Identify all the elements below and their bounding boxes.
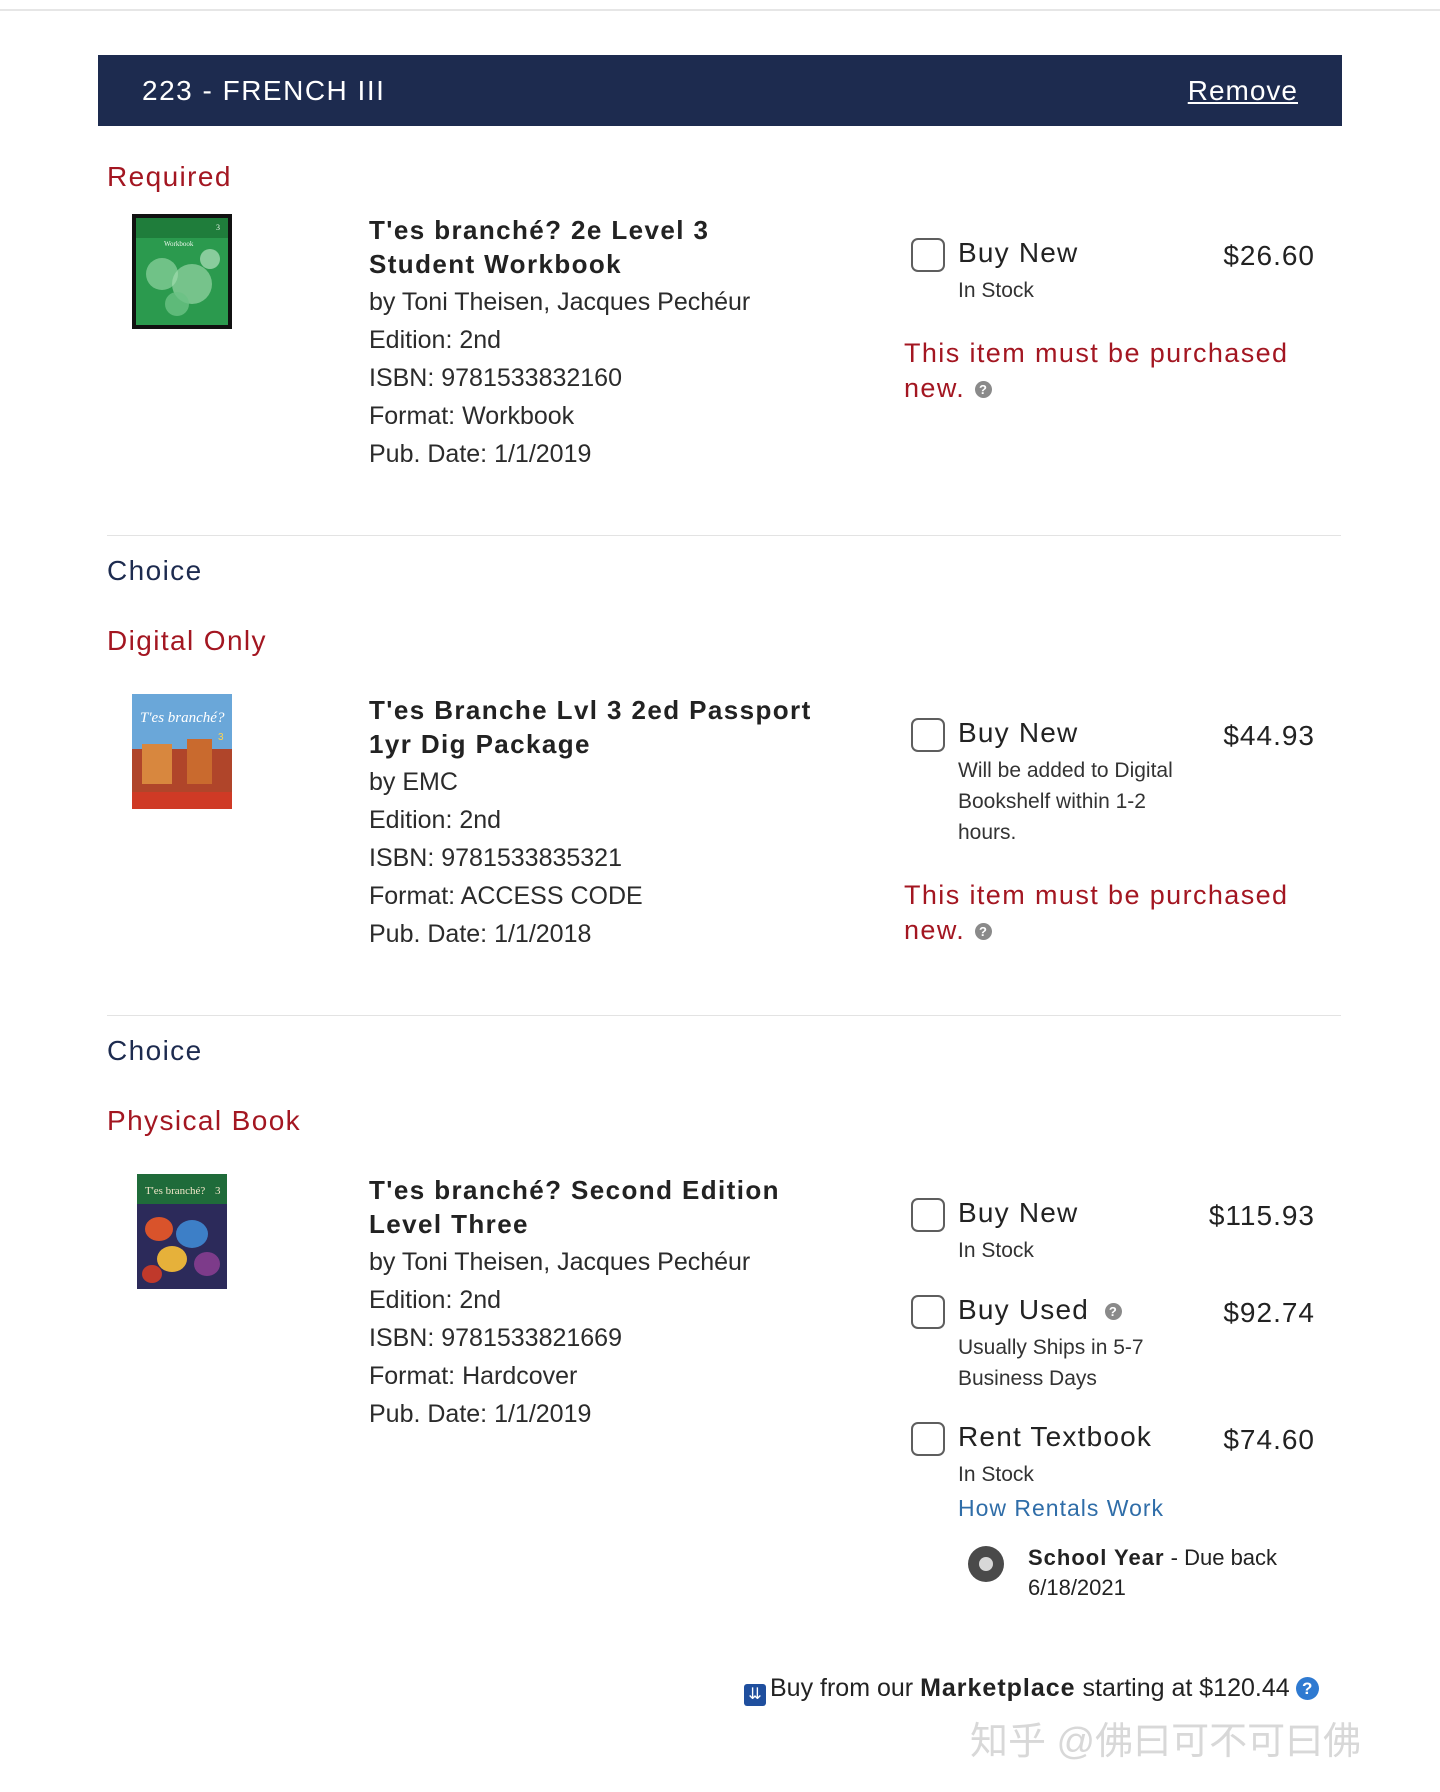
option-label: Buy New bbox=[958, 1197, 1079, 1228]
book-info-workbook: T'es branché? 2e Level 3 Student Workboo… bbox=[369, 213, 819, 473]
book-title[interactable]: T'es branché? Second Edition Level Three bbox=[369, 1173, 819, 1241]
svg-text:3: 3 bbox=[215, 1185, 221, 1197]
top-divider bbox=[0, 9, 1440, 11]
svg-text:Workbook: Workbook bbox=[164, 240, 194, 248]
book-title[interactable]: T'es branché? 2e Level 3 Student Workboo… bbox=[369, 213, 819, 281]
option-label-wrap: Buy Used? bbox=[958, 1294, 1122, 1326]
rental-term-name: School Year bbox=[1028, 1545, 1165, 1570]
shipping-note: Usually Ships in 5-7 Business Days bbox=[958, 1336, 1144, 1390]
rental-term-label: School Year - Due back 6/18/2021 bbox=[1028, 1543, 1308, 1603]
book-format: Format: ACCESS CODE bbox=[369, 882, 643, 910]
svg-text:3: 3 bbox=[218, 732, 224, 743]
choice-label: Choice bbox=[107, 555, 203, 586]
marketplace-icon: ⇊ bbox=[744, 1684, 766, 1706]
rental-term-radio[interactable] bbox=[968, 1546, 1004, 1582]
marketplace-prefix: Buy from our bbox=[770, 1674, 921, 1702]
book-pub-date: Pub. Date: 1/1/2019 bbox=[369, 1400, 592, 1428]
option-label: Rent Textbook bbox=[958, 1421, 1153, 1452]
option-price: $74.60 bbox=[1223, 1424, 1315, 1455]
how-rentals-work-link[interactable]: How Rentals Work bbox=[958, 1495, 1164, 1522]
choice-label: Choice bbox=[107, 1035, 203, 1066]
marketplace-name: Marketplace bbox=[920, 1674, 1076, 1702]
stock-status: In Stock bbox=[958, 1239, 1034, 1262]
book-isbn: ISBN: 9781533835321 bbox=[369, 844, 622, 872]
book-pub-date: Pub. Date: 1/1/2019 bbox=[369, 440, 592, 468]
book-info-physical: T'es branché? Second Edition Level Three… bbox=[369, 1173, 819, 1433]
book-format: Format: Hardcover bbox=[369, 1362, 578, 1390]
book-isbn: ISBN: 9781533832160 bbox=[369, 364, 622, 392]
workbook-cover-image: Workbook 3 bbox=[132, 214, 232, 329]
digital-only-label: Digital Only bbox=[107, 625, 267, 656]
buy-used-checkbox[interactable] bbox=[911, 1295, 945, 1329]
book-cover-physical[interactable]: T'es branché? 3 bbox=[137, 1174, 227, 1289]
svg-text:3: 3 bbox=[216, 223, 220, 232]
must-buy-new-notice: This item must be purchased new.? bbox=[904, 878, 1324, 948]
delivery-note: Will be added to Digital Bookshelf withi… bbox=[958, 759, 1173, 844]
book-isbn: ISBN: 9781533821669 bbox=[369, 1324, 622, 1352]
stock-status: In Stock bbox=[958, 279, 1034, 302]
buy-new-checkbox[interactable] bbox=[911, 718, 945, 752]
help-icon[interactable]: ? bbox=[1295, 1677, 1319, 1700]
book-edition: Edition: 2nd bbox=[369, 1286, 502, 1314]
svg-text:T'es branché?: T'es branché? bbox=[145, 1185, 205, 1197]
option-price: $115.93 bbox=[1208, 1200, 1315, 1231]
remove-course-link[interactable]: Remove bbox=[1188, 75, 1298, 107]
book-author: by EMC bbox=[369, 768, 458, 796]
book-cover-digital[interactable]: T'es branché? 3 bbox=[132, 694, 232, 809]
stock-status: In Stock bbox=[958, 1463, 1034, 1486]
option-label: Buy Used bbox=[958, 1294, 1089, 1325]
required-label: Required bbox=[107, 161, 232, 192]
buy-new-checkbox[interactable] bbox=[911, 238, 945, 272]
book-cover-workbook[interactable]: Workbook 3 bbox=[132, 214, 232, 329]
help-icon[interactable]: ? bbox=[1105, 1303, 1122, 1321]
must-buy-new-notice: This item must be purchased new.? bbox=[904, 336, 1324, 406]
option-price: $26.60 bbox=[1223, 240, 1315, 271]
physical-cover-image: T'es branché? 3 bbox=[137, 1174, 227, 1289]
physical-book-label: Physical Book bbox=[107, 1105, 302, 1136]
book-author: by Toni Theisen, Jacques Pechéur bbox=[369, 288, 751, 316]
book-title[interactable]: T'es Branche Lvl 3 2ed Passport 1yr Dig … bbox=[369, 693, 819, 761]
option-label: Buy New bbox=[958, 237, 1079, 268]
svg-text:T'es branché?: T'es branché? bbox=[140, 710, 225, 726]
book-edition: Edition: 2nd bbox=[369, 806, 502, 834]
course-header: 223 - FRENCH III Remove bbox=[98, 55, 1342, 126]
book-info-digital: T'es Branche Lvl 3 2ed Passport 1yr Dig … bbox=[369, 693, 819, 953]
book-edition: Edition: 2nd bbox=[369, 326, 502, 354]
buy-new-checkbox[interactable] bbox=[911, 1198, 945, 1232]
digital-cover-image: T'es branché? 3 bbox=[132, 694, 232, 809]
marketplace-offer[interactable]: ⇊ Buy from our Marketplace starting at $1… bbox=[744, 1674, 1319, 1706]
book-pub-date: Pub. Date: 1/1/2018 bbox=[369, 920, 592, 948]
option-price: $92.74 bbox=[1223, 1297, 1315, 1328]
option-price: $44.93 bbox=[1223, 720, 1315, 751]
rent-checkbox[interactable] bbox=[911, 1422, 945, 1456]
help-icon[interactable]: ? bbox=[975, 381, 993, 399]
section-divider bbox=[107, 535, 1341, 536]
section-divider bbox=[107, 1015, 1341, 1016]
help-icon[interactable]: ? bbox=[975, 923, 993, 941]
course-title: 223 - FRENCH III bbox=[142, 74, 386, 106]
book-format: Format: Workbook bbox=[369, 402, 575, 430]
option-label: Buy New bbox=[958, 717, 1079, 748]
watermark: 知乎 @佛曰可不可曰佛 bbox=[970, 1721, 1362, 1763]
must-buy-new-text: This item must be purchased new. bbox=[904, 338, 1289, 403]
must-buy-new-text: This item must be purchased new. bbox=[904, 880, 1289, 945]
marketplace-price: starting at $120.44 bbox=[1075, 1674, 1290, 1702]
book-author: by Toni Theisen, Jacques Pechéur bbox=[369, 1248, 751, 1276]
